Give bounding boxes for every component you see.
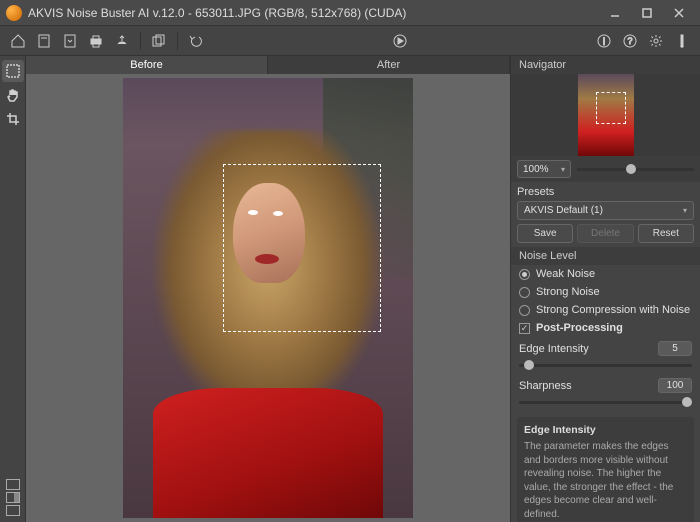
svg-text:?: ? — [627, 36, 632, 46]
sharpness-slider[interactable] — [519, 395, 692, 409]
canvas-area: Before After — [26, 56, 510, 522]
left-toolbar — [0, 56, 26, 522]
zoom-select[interactable]: 100% — [517, 160, 571, 178]
layout-alt-icon[interactable] — [6, 505, 20, 516]
preview-area-tool[interactable] — [2, 60, 24, 82]
svg-text:i: i — [603, 37, 605, 48]
tab-before[interactable]: Before — [26, 56, 268, 74]
main-toolbar: i ? — [0, 26, 700, 56]
preview-selection[interactable] — [223, 164, 381, 332]
home-button[interactable] — [6, 29, 30, 53]
open-file-button[interactable] — [32, 29, 56, 53]
help-body: The parameter makes the edges and border… — [524, 441, 673, 520]
zoom-slider[interactable] — [577, 162, 694, 176]
help-box: Edge Intensity The parameter makes the e… — [517, 417, 694, 522]
notify-button[interactable] — [670, 29, 694, 53]
run-button[interactable] — [388, 29, 412, 53]
photo-preview — [123, 78, 413, 518]
image-canvas[interactable] — [26, 74, 510, 522]
presets-label: Presets — [517, 186, 694, 198]
app-logo-icon — [6, 5, 22, 21]
preset-select[interactable]: AKVIS Default (1) — [517, 201, 694, 220]
close-button[interactable] — [664, 3, 694, 23]
sharpness-value[interactable]: 100 — [658, 378, 692, 393]
settings-button[interactable] — [644, 29, 668, 53]
edge-intensity-label: Edge Intensity — [519, 343, 589, 355]
check-post-processing[interactable]: Post-Processing — [511, 319, 700, 337]
radio-weak-noise[interactable]: Weak Noise — [511, 265, 700, 283]
preset-save-button[interactable]: Save — [517, 224, 573, 243]
tab-after[interactable]: After — [268, 56, 510, 74]
save-file-button[interactable] — [58, 29, 82, 53]
share-button[interactable] — [110, 29, 134, 53]
sharpness-label: Sharpness — [519, 380, 572, 392]
preset-reset-button[interactable]: Reset — [638, 224, 694, 243]
edge-intensity-value[interactable]: 5 — [658, 341, 692, 356]
noise-level-heading: Noise Level — [511, 247, 700, 265]
right-panel: Navigator 100% Presets AKVIS Default (1)… — [510, 56, 700, 522]
batch-button[interactable] — [147, 29, 171, 53]
maximize-button[interactable] — [632, 3, 662, 23]
print-button[interactable] — [84, 29, 108, 53]
window-title: AKVIS Noise Buster AI v.12.0 - 653011.JP… — [28, 6, 600, 20]
navigator-thumbnail-area[interactable] — [511, 74, 700, 156]
titlebar: AKVIS Noise Buster AI v.12.0 - 653011.JP… — [0, 0, 700, 26]
preset-delete-button: Delete — [577, 224, 633, 243]
layout-single-icon[interactable] — [6, 479, 20, 490]
minimize-button[interactable] — [600, 3, 630, 23]
crop-tool[interactable] — [2, 108, 24, 130]
navigator-heading: Navigator — [511, 56, 700, 74]
radio-strong-noise[interactable]: Strong Noise — [511, 283, 700, 301]
info-button[interactable]: i — [592, 29, 616, 53]
undo-button[interactable] — [184, 29, 208, 53]
edge-intensity-slider[interactable] — [519, 358, 692, 372]
help-title: Edge Intensity — [524, 423, 687, 437]
layout-split-icon[interactable] — [6, 492, 20, 503]
help-button[interactable]: ? — [618, 29, 642, 53]
hand-tool[interactable] — [2, 84, 24, 106]
radio-compression-noise[interactable]: Strong Compression with Noise — [511, 301, 700, 319]
